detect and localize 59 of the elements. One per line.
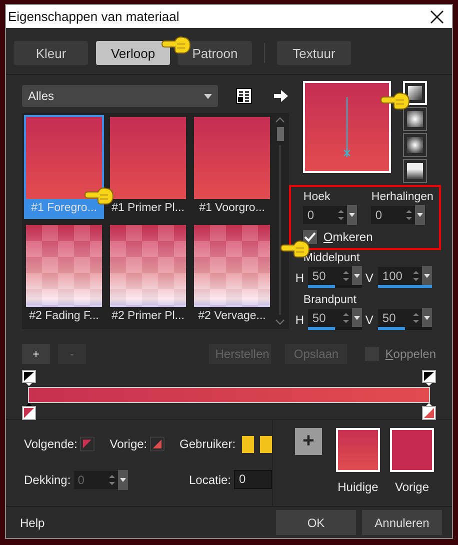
help-link[interactable]: Help xyxy=(20,516,45,530)
scroll-up-icon[interactable] xyxy=(275,117,285,123)
category-dropdown[interactable]: Alles xyxy=(22,85,218,107)
gradient-style-button[interactable] xyxy=(403,107,428,131)
field-label: Locatie: xyxy=(188,472,231,486)
link-checkbox[interactable]: Koppelen xyxy=(365,347,436,361)
field-label: Herhalingen xyxy=(371,191,434,203)
pointing-hand-icon xyxy=(161,35,191,55)
location-field[interactable]: 0 xyxy=(234,470,272,489)
caret-icon xyxy=(204,94,212,98)
field-label: Vorige: xyxy=(110,437,148,451)
tab[interactable]: Patroon xyxy=(178,41,252,65)
field-label: Gebruiker: xyxy=(180,437,236,451)
number-field[interactable]: 50 xyxy=(378,309,432,327)
stop-color-swatch[interactable] xyxy=(80,434,95,454)
tab[interactable]: Verloop xyxy=(96,41,170,65)
document-list-icon[interactable] xyxy=(236,88,252,104)
add-swatch-button[interactable]: + xyxy=(295,428,322,455)
scrollbar-thumb[interactable] xyxy=(276,127,284,141)
close-icon[interactable] xyxy=(430,10,444,24)
arrow-right-icon[interactable] xyxy=(274,90,288,102)
stop-button[interactable]: + xyxy=(22,344,50,364)
color-stop-icon[interactable] xyxy=(22,403,36,420)
field-label: Volgende: xyxy=(24,437,78,451)
tab[interactable]: Kleur xyxy=(14,41,88,65)
window-title: Eigenschappen van materiaal xyxy=(8,9,180,24)
field-label: Brandpunt xyxy=(303,294,358,306)
scroll-down-icon[interactable] xyxy=(275,319,285,325)
tab[interactable]: Textuur xyxy=(277,41,351,65)
dialog-button[interactable]: Annuleren xyxy=(362,510,442,535)
field-label: H xyxy=(295,270,306,284)
gradient-style-button[interactable] xyxy=(403,159,428,183)
number-field[interactable]: 50 xyxy=(308,309,362,327)
color-swatch[interactable] xyxy=(336,428,380,472)
number-field[interactable]: 50 xyxy=(308,267,362,285)
number-field[interactable]: 100 xyxy=(378,267,432,285)
color-swatch[interactable] xyxy=(390,428,434,472)
user-color-swatch[interactable] xyxy=(242,436,254,452)
invert-checkbox[interactable]: Omkeren xyxy=(303,230,436,244)
opacity-stop-icon[interactable] xyxy=(422,370,436,386)
swatch-label: Vorige xyxy=(394,480,430,494)
number-field[interactable]: 0 xyxy=(303,206,358,224)
field-label: H xyxy=(295,312,306,326)
pointing-hand-icon xyxy=(380,91,410,111)
gradient-direction-handle[interactable] xyxy=(343,97,352,157)
stop-color-swatch[interactable] xyxy=(150,434,165,454)
checkmark-icon xyxy=(304,232,316,242)
field-label: Middelpunt xyxy=(303,252,361,264)
field-label: V xyxy=(365,312,374,326)
swatch-label: Huidige xyxy=(338,480,378,494)
number-field[interactable]: 0 xyxy=(371,206,426,224)
field-label: Hoek xyxy=(303,191,332,203)
color-stop-icon[interactable] xyxy=(422,403,436,420)
user-color-swatch[interactable] xyxy=(260,436,272,452)
dialog-button[interactable]: OK xyxy=(276,510,356,535)
field-label: Dekking: xyxy=(24,472,71,486)
opacity-stop-icon[interactable] xyxy=(22,370,36,386)
gradient-style-button[interactable] xyxy=(403,133,428,157)
field-label: V xyxy=(365,270,374,284)
